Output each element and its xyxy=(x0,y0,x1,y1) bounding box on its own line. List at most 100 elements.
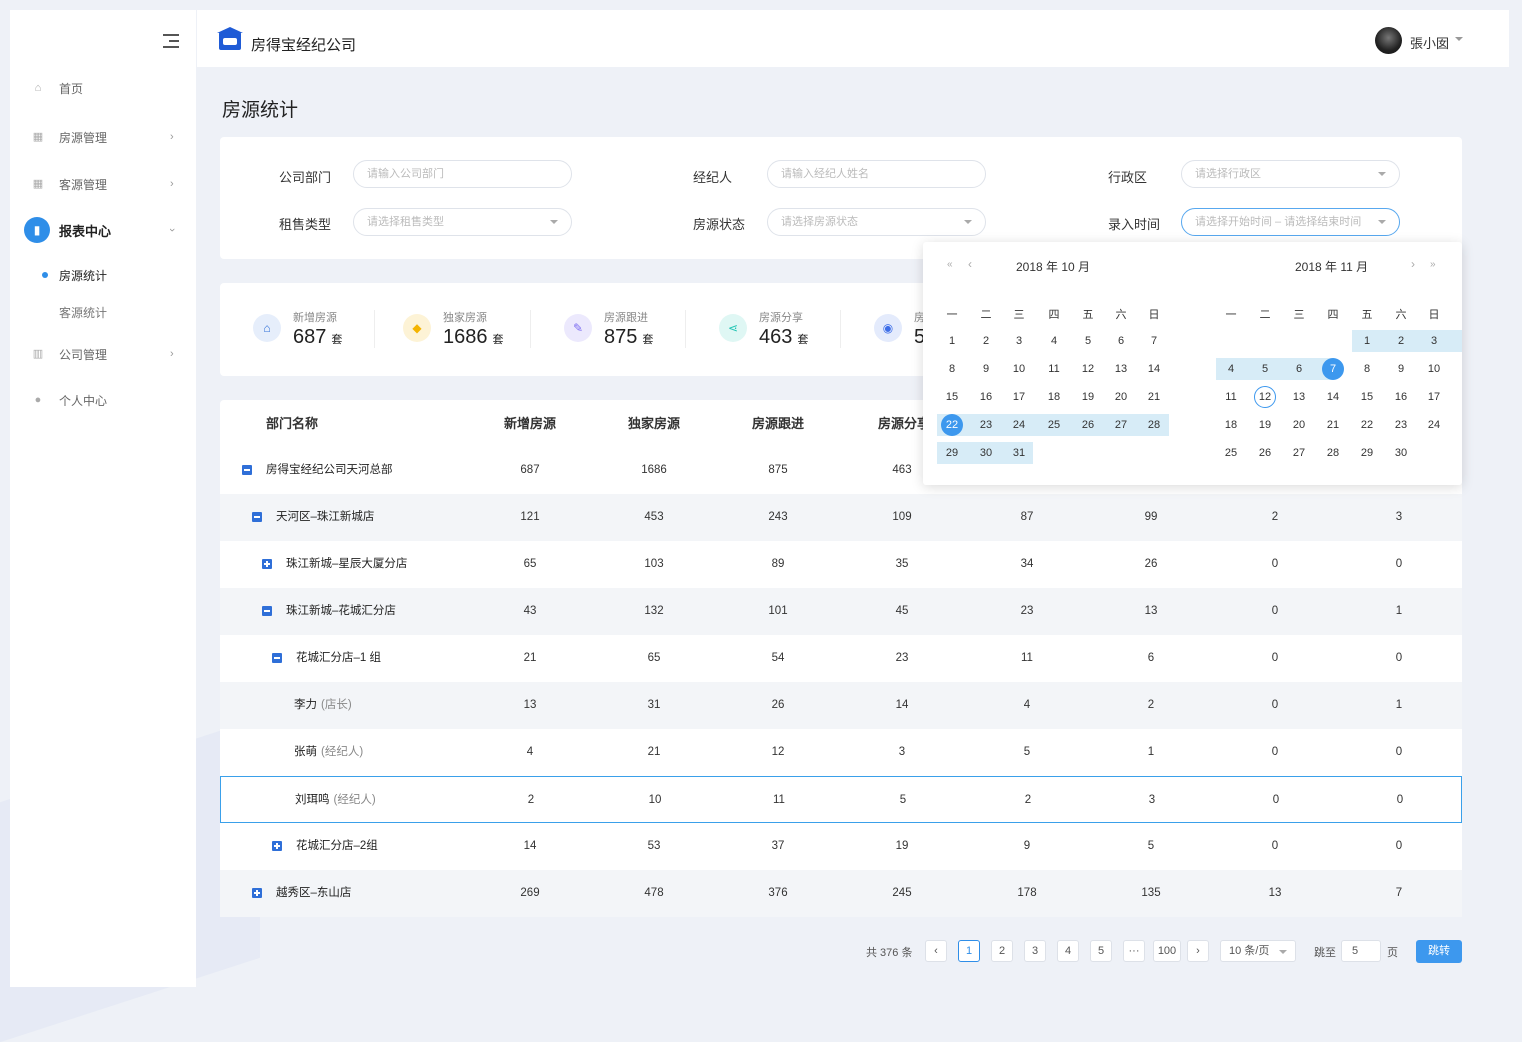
sidebar-item-listings[interactable]: ▦ 房源管理 › xyxy=(10,123,196,151)
calendar-day[interactable]: 26 xyxy=(1073,414,1103,436)
calendar-day[interactable]: 28 xyxy=(1318,442,1348,464)
avatar[interactable] xyxy=(1375,27,1402,54)
table-row[interactable]: 越秀区–东山店 269 478 376 245 178 135 13 7 xyxy=(220,870,1462,917)
calendar-day[interactable]: 24 xyxy=(1004,414,1034,436)
table-row[interactable]: 珠江新城–花城汇分店 43 132 101 45 23 13 0 1 xyxy=(220,588,1462,635)
prev-month-icon[interactable]: ‹ xyxy=(968,257,972,271)
calendar-day[interactable]: 18 xyxy=(1039,386,1069,408)
sidebar-item-customers[interactable]: ▦ 客源管理 › xyxy=(10,170,196,198)
col-header-new[interactable]: 新增房源 xyxy=(490,400,570,447)
calendar-day[interactable]: 6 xyxy=(1106,330,1136,352)
calendar-day[interactable]: 8 xyxy=(1352,358,1382,380)
calendar-day[interactable]: 1 xyxy=(937,330,967,352)
expand-icon[interactable] xyxy=(252,888,262,898)
calendar-day[interactable]: 20 xyxy=(1284,414,1314,436)
username[interactable]: 張小囡 xyxy=(1410,33,1449,52)
district-select[interactable]: 请选择行政区 xyxy=(1181,160,1400,188)
prev-page-button[interactable]: ‹ xyxy=(925,940,947,962)
page-button[interactable]: 2 xyxy=(991,940,1013,962)
calendar-day[interactable]: 1 xyxy=(1352,330,1382,352)
col-header-followup[interactable]: 房源跟进 xyxy=(738,400,818,447)
calendar-day[interactable]: 10 xyxy=(1419,358,1449,380)
calendar-day[interactable]: 15 xyxy=(937,386,967,408)
calendar-day[interactable]: 17 xyxy=(1419,386,1449,408)
calendar-day[interactable]: 13 xyxy=(1284,386,1314,408)
calendar-day[interactable]: 6 xyxy=(1284,358,1314,380)
calendar-day[interactable]: 5 xyxy=(1250,358,1280,380)
calendar-day[interactable]: 16 xyxy=(971,386,1001,408)
calendar-day[interactable]: 12 xyxy=(1073,358,1103,380)
calendar-day[interactable]: 4 xyxy=(1039,330,1069,352)
calendar-day[interactable]: 5 xyxy=(1073,330,1103,352)
table-row[interactable]: 李力 (店长) 13 31 26 14 4 2 0 1 xyxy=(220,682,1462,729)
calendar-day[interactable]: 21 xyxy=(1318,414,1348,436)
calendar-day[interactable]: 7 xyxy=(1318,358,1348,380)
table-row[interactable]: 珠江新城–星辰大厦分店 65 103 89 35 34 26 0 0 xyxy=(220,541,1462,588)
chevron-down-icon[interactable] xyxy=(1455,37,1463,41)
calendar-day[interactable]: 8 xyxy=(937,358,967,380)
calendar-day[interactable]: 22 xyxy=(937,414,967,436)
calendar-day[interactable]: 25 xyxy=(1039,414,1069,436)
calendar-day[interactable]: 23 xyxy=(1386,414,1416,436)
table-row[interactable]: 天河区–珠江新城店 121 453 243 109 87 99 2 3 xyxy=(220,494,1462,541)
calendar-day[interactable]: 21 xyxy=(1139,386,1169,408)
page-size-select[interactable]: 10 条/页 xyxy=(1220,940,1296,962)
sidebar-item-profile[interactable]: ● 个人中心 xyxy=(10,386,196,414)
col-header-dept[interactable]: 部门名称 xyxy=(266,400,318,447)
calendar-day[interactable]: 31 xyxy=(1004,442,1034,464)
prev-year-icon[interactable]: « xyxy=(947,259,953,270)
sidebar-subitem-listing-stats[interactable]: 房源统计 xyxy=(41,267,107,284)
calendar-day[interactable]: 17 xyxy=(1004,386,1034,408)
collapse-icon[interactable] xyxy=(262,606,272,616)
calendar-day[interactable]: 29 xyxy=(937,442,967,464)
calendar-day[interactable]: 19 xyxy=(1250,414,1280,436)
calendar-day[interactable]: 30 xyxy=(1386,442,1416,464)
table-row[interactable]: 花城汇分店–1 组 21 65 54 23 11 6 0 0 xyxy=(220,635,1462,682)
next-month-icon[interactable]: › xyxy=(1411,257,1415,271)
sidebar-item-reports[interactable]: ▮ 报表中心 › xyxy=(10,216,196,244)
calendar-day[interactable]: 30 xyxy=(971,442,1001,464)
page-button[interactable]: 100 xyxy=(1153,940,1181,962)
calendar-day[interactable]: 12 xyxy=(1250,386,1280,408)
collapse-icon[interactable] xyxy=(252,512,262,522)
calendar-day[interactable]: 2 xyxy=(1386,330,1416,352)
calendar-day[interactable]: 28 xyxy=(1139,414,1169,436)
type-select[interactable]: 请选择租售类型 xyxy=(353,208,572,236)
col-header-exclusive[interactable]: 独家房源 xyxy=(614,400,694,447)
calendar-day[interactable]: 25 xyxy=(1216,442,1246,464)
calendar-day[interactable]: 11 xyxy=(1039,358,1069,380)
calendar-day[interactable]: 19 xyxy=(1073,386,1103,408)
dept-input[interactable]: 请输入公司部门 xyxy=(353,160,572,188)
calendar-day[interactable]: 27 xyxy=(1106,414,1136,436)
calendar-day[interactable]: 20 xyxy=(1106,386,1136,408)
table-row[interactable]: 花城汇分店–2组 14 53 37 19 9 5 0 0 xyxy=(220,823,1462,870)
menu-toggle-icon[interactable] xyxy=(163,34,179,48)
calendar-day[interactable]: 24 xyxy=(1419,414,1449,436)
calendar-day[interactable]: 3 xyxy=(1004,330,1034,352)
sidebar-subitem-customer-stats[interactable]: 客源统计 xyxy=(59,304,107,321)
calendar-day[interactable]: 23 xyxy=(971,414,1001,436)
sidebar-item-home[interactable]: ⌂ 首页 xyxy=(10,74,196,102)
calendar-day[interactable]: 7 xyxy=(1139,330,1169,352)
page-button[interactable]: 4 xyxy=(1057,940,1079,962)
ellipsis-button[interactable]: ··· xyxy=(1123,940,1145,962)
collapse-icon[interactable] xyxy=(242,465,252,475)
calendar-day[interactable]: 22 xyxy=(1352,414,1382,436)
table-row[interactable]: 刘珥鸣 (经纪人) 2 10 11 5 2 3 0 0 xyxy=(220,776,1462,823)
calendar-day[interactable]: 2 xyxy=(971,330,1001,352)
next-page-button[interactable]: › xyxy=(1187,940,1209,962)
calendar-day[interactable]: 16 xyxy=(1386,386,1416,408)
calendar-day[interactable]: 27 xyxy=(1284,442,1314,464)
calendar-day[interactable]: 26 xyxy=(1250,442,1280,464)
expand-icon[interactable] xyxy=(262,559,272,569)
calendar-day[interactable]: 9 xyxy=(971,358,1001,380)
table-row[interactable]: 张萌 (经纪人) 4 21 12 3 5 1 0 0 xyxy=(220,729,1462,776)
calendar-day[interactable]: 15 xyxy=(1352,386,1382,408)
calendar-day[interactable]: 14 xyxy=(1139,358,1169,380)
calendar-day[interactable]: 13 xyxy=(1106,358,1136,380)
agent-input[interactable]: 请输入经纪人姓名 xyxy=(767,160,986,188)
page-button[interactable]: 1 xyxy=(958,940,980,962)
jump-button[interactable]: 跳转 xyxy=(1416,940,1462,963)
calendar-day[interactable]: 9 xyxy=(1386,358,1416,380)
calendar-day[interactable]: 10 xyxy=(1004,358,1034,380)
